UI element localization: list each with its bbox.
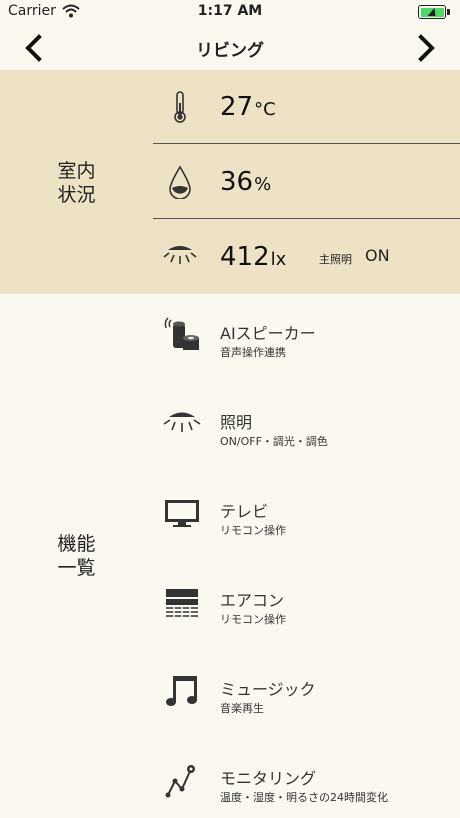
- function-title: テレビ: [220, 502, 269, 521]
- temperature-number: 27: [220, 92, 254, 122]
- main-light-label: 主照明: [319, 253, 352, 266]
- function-subtitle: リモコン操作: [220, 613, 286, 626]
- battery-icon: [418, 5, 450, 19]
- status-bar: Carrier 1:17 AM: [0, 0, 460, 24]
- humidity-unit: %: [254, 174, 272, 195]
- ceiling-light-icon: [163, 412, 201, 432]
- tv-icon: [165, 500, 199, 527]
- music-note-icon: [166, 676, 197, 706]
- ceiling-light-icon: [163, 246, 197, 264]
- smart-speaker-icon: [164, 317, 199, 350]
- function-item-monitoring[interactable]: モニタリング 温度・湿度・明るさの24時間変化: [153, 739, 460, 818]
- function-subtitle: 音楽再生: [220, 702, 264, 715]
- humidity-number: 36: [220, 167, 254, 197]
- function-subtitle: リモコン操作: [220, 524, 286, 537]
- function-item-ai-speaker[interactable]: AIスピーカー 音声操作連携: [153, 294, 460, 383]
- function-list-section: 機能 一覧 AIスピーカー 音声操作連携 照明 ON/OFF・調光・調色 テレビ…: [0, 294, 460, 818]
- forward-chevron-icon[interactable]: [412, 34, 440, 62]
- temperature-row: 27°C: [153, 70, 460, 144]
- illuminance-row: 412lx 主照明 ON: [153, 220, 460, 294]
- clock: 1:17 AM: [197, 3, 263, 19]
- function-title: ミュージック: [220, 680, 316, 699]
- function-title: 照明: [220, 413, 253, 432]
- water-drop-icon: [169, 165, 191, 199]
- function-item-lighting[interactable]: 照明 ON/OFF・調光・調色: [153, 383, 460, 472]
- humidity-value: 36%: [220, 167, 271, 197]
- page-title: リビング: [196, 41, 264, 61]
- function-subtitle: ON/OFF・調光・調色: [220, 435, 328, 448]
- navigation-bar: リビング: [0, 24, 460, 70]
- illuminance-value: 412lx: [220, 242, 286, 272]
- function-list-label: 機能 一覧: [57, 533, 96, 579]
- function-title: AIスピーカー: [220, 324, 316, 343]
- main-light-state: ON: [365, 246, 390, 265]
- function-item-air-conditioner[interactable]: エアコン リモコン操作: [153, 561, 460, 650]
- humidity-row: 36%: [153, 145, 460, 219]
- function-item-tv[interactable]: テレビ リモコン操作: [153, 472, 460, 561]
- monitoring-chart-icon: [165, 765, 195, 798]
- thermometer-icon: [174, 91, 186, 123]
- function-title: エアコン: [220, 591, 285, 610]
- temperature-value: 27°C: [220, 92, 276, 122]
- illuminance-unit: lx: [270, 249, 287, 270]
- function-item-music[interactable]: ミュージック 音楽再生: [153, 650, 460, 739]
- function-subtitle: 音声操作連携: [220, 346, 286, 359]
- air-conditioner-icon: [166, 589, 198, 617]
- room-status-section: 室内 状況 27°C 36% 412lx 主照明 ON: [0, 70, 460, 294]
- temperature-unit: °C: [254, 99, 276, 120]
- room-status-label: 室内 状況: [57, 160, 96, 206]
- illuminance-number: 412: [220, 242, 270, 272]
- function-title: モニタリング: [220, 769, 317, 788]
- function-subtitle: 温度・湿度・明るさの24時間変化: [220, 791, 388, 804]
